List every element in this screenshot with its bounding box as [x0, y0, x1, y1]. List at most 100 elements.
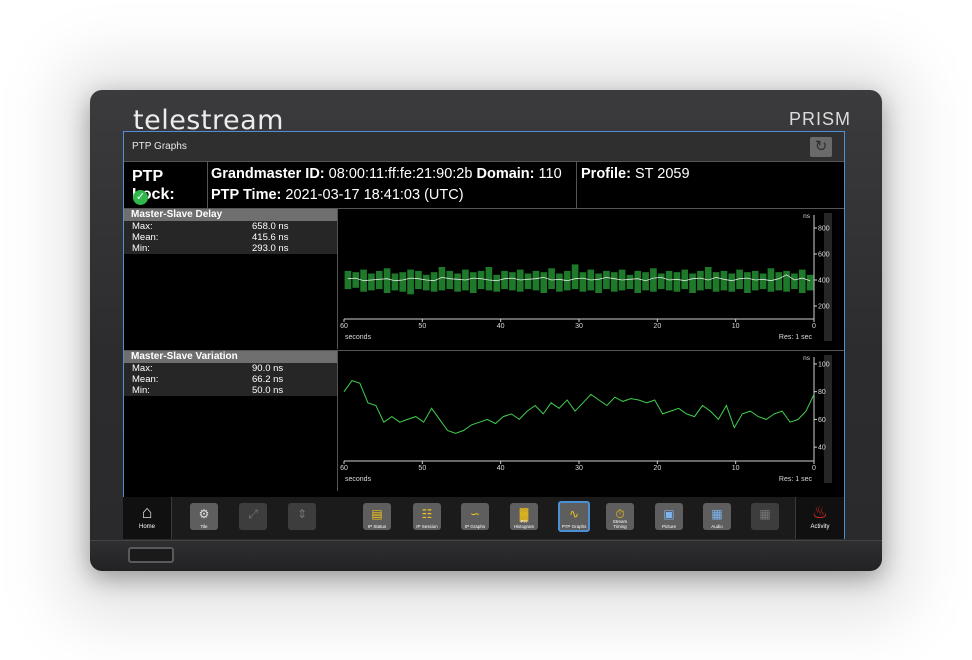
x-tick-label: 0 — [812, 323, 816, 330]
delay-bar — [430, 272, 438, 292]
delay-bar — [375, 270, 383, 290]
unit-label: ns — [803, 355, 811, 362]
delay-bar — [697, 270, 704, 291]
delay-panel: Master-Slave Delay Max: 658.0 ns Mean: 415… — [124, 209, 844, 349]
title-bar: PTP Graphs ↻ — [124, 132, 844, 162]
delay-title: Master-Slave Delay — [124, 209, 337, 221]
delay-bar — [391, 273, 399, 291]
home-button[interactable]: ⌂ Home — [123, 497, 172, 539]
stream-timing-button[interactable]: ⏱ Stream Timing — [606, 503, 634, 530]
resolution-label: Res: 1 sec — [779, 476, 813, 483]
delay-bar — [477, 270, 485, 290]
delay-bar — [446, 270, 454, 290]
delay-bar — [603, 270, 610, 290]
x-tick-label: 60 — [340, 323, 348, 330]
delay-bar — [610, 272, 618, 292]
x-tick-label: 50 — [418, 465, 426, 472]
x-tick-label: 10 — [732, 323, 740, 330]
delay-bar — [791, 273, 798, 290]
delay-bar — [509, 272, 516, 291]
delay-bar — [626, 274, 634, 290]
delay-bar — [407, 269, 414, 295]
stat-label: Max: — [132, 221, 153, 232]
activity-button[interactable]: ♨ Activity — [795, 497, 844, 539]
y-tick-label: 800 — [818, 226, 830, 233]
activity-label: Activity — [810, 524, 830, 530]
taskbar-item-label: IP Status — [367, 524, 387, 529]
audio-button[interactable]: ▦ Audio — [703, 503, 731, 530]
delay-bar — [469, 272, 477, 293]
device-base — [90, 540, 882, 571]
x-tick-label: 30 — [575, 323, 583, 330]
x-tick-label: 30 — [575, 465, 583, 472]
delay-bar — [759, 273, 767, 290]
taskbar-item-label: IP Session — [416, 524, 438, 529]
variation-panel: Master-Slave Variation Max: 90.0 ns Mean:… — [124, 350, 844, 491]
ptp-lock-box: PTP Lock: ✓ — [124, 162, 208, 208]
model-name: PRISM — [788, 109, 851, 129]
stat-label: Min: — [132, 385, 150, 396]
taskbar-item-label: Stream Timing — [612, 519, 628, 529]
stat-row: Max: 90.0 ns — [124, 363, 337, 374]
y-tick-label: 200 — [818, 304, 830, 311]
delay-bar — [650, 268, 657, 292]
y-tick-label: 400 — [818, 278, 830, 285]
stat-value: 658.0 ns — [252, 221, 289, 232]
y-tick-label: 600 — [818, 252, 830, 259]
delay-bar — [704, 267, 712, 290]
ptp-info-bar: PTP Lock: ✓ Grandmaster ID: 08:00:11:ff:… — [124, 162, 844, 209]
ip-session-button[interactable]: ☷ IP Session — [413, 503, 441, 530]
ip-graphs-icon: ∽ — [469, 507, 481, 521]
delay-bar — [712, 272, 720, 292]
x-tick-label: 10 — [732, 465, 740, 472]
delay-bar — [532, 270, 540, 291]
stat-value: 66.2 ns — [252, 374, 284, 385]
stat-value: 415.6 ns — [252, 232, 289, 243]
home-label: Home — [138, 524, 155, 530]
picture-icon: ▣ — [663, 507, 675, 521]
taskbar-item-label: PTP Graphs — [561, 524, 587, 529]
ip-status-button[interactable]: ▤ IP Status — [363, 503, 391, 530]
delay-bar — [657, 273, 665, 290]
home-icon: ⌂ — [141, 502, 153, 522]
grandmaster-label: Grandmaster ID: — [211, 166, 325, 182]
delay-bar — [556, 273, 563, 292]
stat-row: Mean: 66.2 ns — [124, 374, 337, 385]
delay-bar — [634, 270, 642, 293]
variation-chart: ns 100 80 60 40 60 50 40 30 20 10 0 seconds Res: 1 se… — [338, 351, 844, 491]
delay-bar — [775, 272, 783, 291]
delay-bar — [422, 274, 430, 291]
stat-row: Mean: 415.6 ns — [124, 232, 337, 243]
profile-value: ST 2059 — [634, 166, 690, 182]
taskbar-item-label: Tile — [200, 524, 208, 529]
delay-bar — [493, 274, 501, 292]
variation-stats: Master-Slave Variation Max: 90.0 ns Mean:… — [124, 351, 338, 491]
delay-bar — [344, 270, 352, 290]
reset-icon[interactable]: ↻ — [810, 137, 832, 157]
ptp-time-value: 2021-03-17 18:41:03 (UTC) — [285, 187, 464, 203]
domain-value: 110 — [538, 166, 562, 182]
tile-button[interactable]: ⚙ Tile — [190, 503, 218, 530]
resolution-label: Res: 1 sec — [779, 334, 813, 341]
unit-label: ns — [803, 213, 811, 220]
ip-graphs-button[interactable]: ∽ IP Graphs — [461, 503, 489, 530]
delay-bar — [383, 268, 391, 293]
x-tick-label: 0 — [812, 465, 816, 472]
taskbar-item-label: IP Graphs — [464, 524, 486, 529]
taskbar-item-label: Audio — [711, 524, 723, 529]
lock-ok-icon: ✓ — [133, 190, 148, 205]
y-tick-label: 100 — [818, 361, 830, 368]
y-tick-label: 40 — [818, 445, 826, 452]
variation-chart-svg: ns10080604060 50 40 30 20 10 0seconds Res: 1 se… — [340, 355, 832, 483]
delay-bar — [689, 273, 696, 293]
stat-row: Min: 50.0 ns — [124, 385, 337, 396]
delay-bar — [501, 270, 508, 290]
pit-histogram-button[interactable]: ▓ PIT Histogram — [510, 503, 538, 530]
variation-line — [343, 380, 815, 434]
ptp-graphs-button[interactable]: ∿ PTP Graphs — [558, 501, 590, 532]
collapse-button: ⤢ — [239, 503, 267, 530]
taskbar-item-label: Picture — [661, 524, 676, 529]
delay-bar — [673, 272, 681, 292]
delay-bar — [681, 269, 689, 290]
picture-button[interactable]: ▣ Picture — [655, 503, 683, 530]
